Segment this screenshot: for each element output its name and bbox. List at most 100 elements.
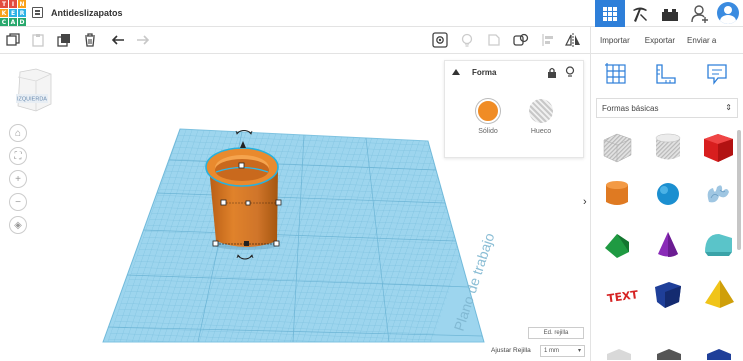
- add-user-icon: [691, 4, 708, 23]
- logo-letter: A: [9, 18, 17, 26]
- solid-color-swatch[interactable]: [476, 99, 500, 123]
- duplicate-button[interactable]: [56, 32, 72, 48]
- ruler-icon[interactable]: [655, 63, 677, 85]
- sphere-shape[interactable]: [657, 183, 679, 205]
- grid-view-icon: [603, 6, 617, 21]
- snap-grid-label: Ajustar Rejilla: [491, 347, 531, 354]
- view-cube-face-label: IZQUIERDA: [17, 97, 47, 103]
- delete-icon: [85, 33, 95, 47]
- copy-button[interactable]: [5, 32, 21, 48]
- align-button[interactable]: [540, 32, 556, 48]
- resize-handle[interactable]: [245, 200, 251, 206]
- collapse-triangle-icon[interactable]: [452, 69, 460, 75]
- align-icon: [542, 34, 553, 46]
- send-to-button[interactable]: Enviar a: [683, 36, 724, 45]
- solid-label: Sólido: [478, 128, 498, 135]
- shapes-library: TEXT: [603, 133, 734, 360]
- group-icon: [488, 34, 500, 46]
- workplane-grid-icon[interactable]: [605, 63, 627, 85]
- box-shape[interactable]: [704, 134, 733, 162]
- view-eye-icon: [432, 32, 448, 48]
- ungroup-button[interactable]: [513, 32, 529, 48]
- resize-handle[interactable]: [220, 199, 227, 206]
- home-view-button[interactable]: ⌂: [9, 124, 27, 142]
- shapes-scrollbar[interactable]: [737, 130, 741, 250]
- paste-button[interactable]: [30, 32, 46, 48]
- cone-shape[interactable]: [658, 232, 678, 257]
- design-list-icon[interactable]: [32, 7, 43, 18]
- view-cube[interactable]: IZQUIERDA: [14, 68, 54, 114]
- design-title[interactable]: Antideslizapatos: [51, 8, 123, 18]
- import-button[interactable]: Importar: [591, 36, 638, 45]
- right-panel: Importar Exportar Enviar a Formas básica…: [590, 27, 743, 361]
- redo-icon: [137, 35, 150, 45]
- undo-button[interactable]: [110, 32, 126, 48]
- plus-icon: +: [15, 173, 21, 185]
- snap-grid-select[interactable]: 1 mm ▾: [540, 345, 585, 357]
- cylinder-shape[interactable]: [606, 181, 628, 205]
- notes-icon[interactable]: [706, 63, 728, 85]
- account-avatar-icon[interactable]: [717, 2, 739, 24]
- shape-inspector: Forma Sólido Hueco: [444, 60, 584, 158]
- duplicate-icon: [57, 34, 70, 47]
- home-icon: ⌂: [14, 127, 22, 139]
- box-hole-shape[interactable]: [603, 133, 632, 163]
- logo-letter: R: [18, 9, 26, 17]
- wedge-shape[interactable]: [655, 282, 681, 308]
- top-bar: T I N K E R C A D Antideslizapatos: [0, 0, 743, 27]
- copy-icon: [6, 33, 20, 46]
- tinkercad-logo[interactable]: T I N K E R C A D: [0, 0, 26, 26]
- shape-category-value: Formas básicas: [602, 104, 659, 113]
- zoom-in-button[interactable]: +: [9, 170, 27, 188]
- chevron-down-icon: ▾: [577, 348, 581, 354]
- cylinder-hole-shape[interactable]: [655, 133, 681, 160]
- resize-handle[interactable]: [273, 240, 280, 247]
- logo-letter: D: [18, 18, 26, 26]
- svg-text:TEXT: TEXT: [606, 288, 639, 305]
- logo-letter: K: [0, 9, 8, 17]
- view-toggle-button[interactable]: [432, 32, 448, 48]
- height-handle[interactable]: [244, 241, 249, 246]
- bricks-button[interactable]: [655, 0, 685, 27]
- resize-handle[interactable]: [238, 162, 245, 169]
- header-actions: [595, 0, 743, 27]
- zoom-out-button[interactable]: −: [9, 193, 27, 211]
- shape-category-select[interactable]: Formas básicas ⇕: [596, 98, 738, 118]
- mirror-button[interactable]: [565, 32, 581, 48]
- perspective-button[interactable]: ◈: [9, 216, 27, 234]
- export-button[interactable]: Exportar: [638, 36, 683, 45]
- mirror-icon: [565, 33, 580, 47]
- edit-toolbar: [0, 27, 590, 54]
- minus-icon: −: [15, 196, 21, 208]
- redo-button[interactable]: [135, 32, 151, 48]
- paste-icon: [32, 34, 44, 47]
- bulb-visibility-icon[interactable]: [565, 66, 575, 78]
- grid-view-button[interactable]: [595, 0, 625, 27]
- text-shape[interactable]: TEXT: [606, 288, 639, 305]
- group-button[interactable]: [486, 32, 502, 48]
- pyramid-shape[interactable]: [705, 280, 734, 308]
- add-user-button[interactable]: [685, 0, 715, 27]
- perspective-icon: ◈: [14, 219, 22, 231]
- delete-button[interactable]: [82, 32, 98, 48]
- roof-shape[interactable]: [605, 234, 629, 258]
- chevron-updown-icon: ⇕: [725, 103, 732, 112]
- light-button[interactable]: [459, 32, 475, 48]
- build-pickaxe-icon: [633, 7, 647, 22]
- logo-letter: I: [9, 0, 17, 8]
- inspector-title: Forma: [472, 68, 497, 77]
- resize-handle[interactable]: [275, 199, 282, 206]
- undo-icon: [111, 35, 124, 45]
- edit-grid-button[interactable]: Ed. rejilla: [528, 327, 584, 339]
- hole-swatch[interactable]: [529, 99, 553, 123]
- fit-view-button[interactable]: ⛶: [9, 147, 27, 165]
- scribble-shape[interactable]: [707, 185, 729, 203]
- bricks-icon: [662, 8, 678, 21]
- ungroup-icon: [513, 33, 529, 46]
- logo-letter: N: [18, 0, 26, 8]
- round-roof-shape[interactable]: [705, 234, 732, 256]
- lock-icon[interactable]: [547, 67, 557, 78]
- build-button[interactable]: [625, 0, 655, 27]
- logo-letter: C: [0, 18, 8, 26]
- resize-handle[interactable]: [212, 240, 219, 247]
